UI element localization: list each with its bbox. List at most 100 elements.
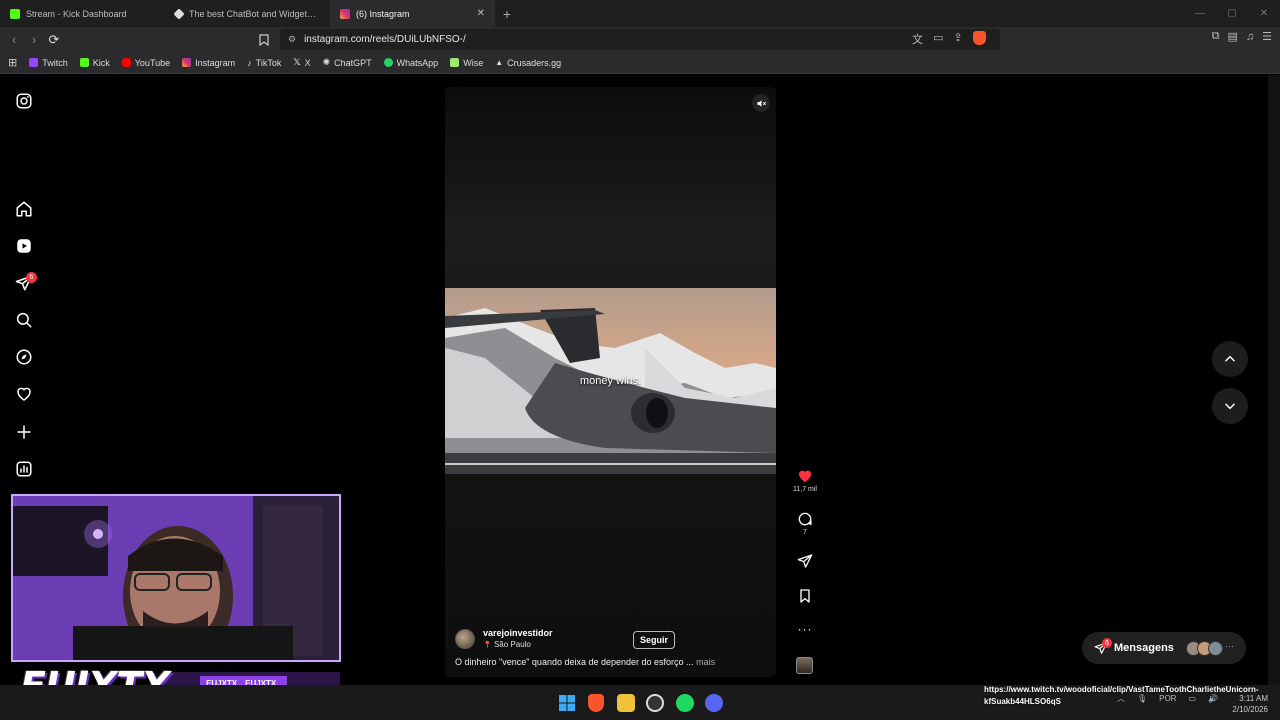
- messages-label: Mensagens: [1114, 642, 1174, 654]
- bookmark-wise[interactable]: Wise: [450, 58, 483, 68]
- reel-overlay-text: money wins.: [579, 375, 642, 387]
- address-actions: 文 ▭ ⇪: [912, 31, 986, 47]
- bookmark-instagram[interactable]: Instagram: [182, 58, 235, 68]
- maximize-icon[interactable]: ▢: [1216, 0, 1248, 27]
- comment-button[interactable]: 7: [790, 511, 820, 536]
- share-button[interactable]: [790, 553, 820, 569]
- browser-toolbar: ‹ › ⟳ ⚙ instagram.com/reels/DUiLUbNFSO-/…: [0, 27, 1280, 52]
- media-icon[interactable]: ♫: [1246, 31, 1254, 43]
- notification-badge: 6: [26, 272, 37, 283]
- extensions-icon[interactable]: ⧉: [1212, 30, 1220, 43]
- bookmark-chatgpt[interactable]: ✺ ChatGPT: [323, 57, 372, 68]
- chatgpt-icon: ✺: [322, 57, 331, 67]
- save-button[interactable]: [790, 588, 820, 604]
- heart-filled-icon: [799, 470, 811, 482]
- menu-icon[interactable]: ☰: [1262, 30, 1272, 43]
- author-username[interactable]: varejoinvestidor: [483, 628, 553, 638]
- new-tab-button[interactable]: +: [495, 6, 519, 22]
- reel-description: O dinheiro "vence" quando deixa de depen…: [455, 657, 715, 667]
- search-icon[interactable]: [14, 310, 34, 330]
- discord-icon[interactable]: [705, 694, 723, 712]
- kick-tab-icon: [10, 8, 20, 19]
- messages-badge: 6: [1102, 638, 1112, 648]
- tab-kick-dashboard[interactable]: Stream - Kick Dashboard: [0, 0, 165, 27]
- bookmark-label: ChatGPT: [334, 57, 372, 68]
- create-icon[interactable]: [14, 422, 34, 442]
- message-avatars: ···: [1185, 640, 1234, 656]
- reload-icon[interactable]: ⟳: [44, 30, 64, 50]
- minimize-icon[interactable]: —: [1184, 0, 1216, 27]
- previous-reel-button[interactable]: [1212, 341, 1248, 377]
- forward-icon[interactable]: ›: [24, 30, 44, 50]
- bookmark-label: Twitch: [42, 57, 68, 68]
- tiktok-icon: ♪: [247, 57, 252, 68]
- cast-icon[interactable]: ▭: [933, 31, 943, 47]
- more-avatars-icon: ···: [1224, 640, 1234, 651]
- bookmark-icon: [800, 589, 810, 603]
- instagram-logo-icon[interactable]: [14, 91, 34, 111]
- tab-label: The best ChatBot and Widgets for Ki: [189, 8, 320, 19]
- kick-icon: [79, 58, 89, 67]
- avatar: [1207, 640, 1223, 656]
- bookmark-label: Kick: [92, 57, 110, 68]
- tab-strip: Stream - Kick Dashboard The best ChatBot…: [0, 0, 1280, 27]
- whatsapp-icon: [383, 58, 393, 67]
- reels-icon[interactable]: [14, 236, 34, 256]
- share-icon[interactable]: ⇪: [953, 31, 962, 47]
- explore-icon[interactable]: [14, 347, 34, 367]
- bookmark-youtube[interactable]: YouTube: [121, 58, 170, 68]
- address-bar[interactable]: ⚙ instagram.com/reels/DUiLUbNFSO-/: [280, 29, 1000, 50]
- x-icon: 𝕏: [293, 57, 301, 67]
- audio-thumbnail[interactable]: [796, 657, 813, 674]
- tab-label: (6) Instagram: [356, 8, 410, 19]
- bookmark-whatsapp[interactable]: WhatsApp: [383, 58, 438, 68]
- bookmark-x[interactable]: 𝕏X: [293, 57, 310, 68]
- clip-url-overlay: https://www.twitch.tv/woodoficial/clip/V…: [984, 685, 1259, 706]
- heart-icon[interactable]: [14, 384, 34, 404]
- avatar[interactable]: [455, 628, 475, 649]
- more-link[interactable]: mais: [696, 657, 715, 667]
- site-info-icon[interactable]: ⚙: [288, 34, 296, 45]
- windows-start-icon[interactable]: [558, 694, 576, 712]
- tab-instagram[interactable]: (6) Instagram ✕: [330, 0, 495, 27]
- toolbar-right: ⧉ ▤ ♫ ☰: [1212, 30, 1272, 43]
- mute-icon[interactable]: [752, 94, 770, 112]
- tab-chatbot[interactable]: The best ChatBot and Widgets for Ki: [165, 0, 330, 27]
- bookmark-twitch[interactable]: Twitch: [29, 58, 68, 68]
- translate-icon[interactable]: 文: [912, 31, 923, 47]
- bookmark-crusaders[interactable]: ▲ Crusaders.gg: [495, 58, 561, 68]
- bookmark-kick[interactable]: Kick: [79, 57, 110, 68]
- brave-taskbar-icon[interactable]: [588, 694, 604, 712]
- url-text: instagram.com/reels/DUiLUbNFSO-/: [304, 34, 466, 45]
- window-controls: — ▢ ✕: [1184, 0, 1280, 27]
- bookmark-tiktok[interactable]: ♪ TikTok: [247, 58, 281, 68]
- bookmark-label: Wise: [463, 57, 484, 68]
- description-text: O dinheiro "vence" quando deixa de depen…: [455, 657, 694, 667]
- home-icon[interactable]: [14, 199, 34, 219]
- apps-icon[interactable]: ⊞: [8, 56, 17, 69]
- follow-button[interactable]: Seguir: [633, 631, 676, 649]
- messages-button[interactable]: 6 Mensagens ···: [1082, 632, 1246, 664]
- page-scrollbar[interactable]: [1268, 75, 1280, 685]
- next-reel-button[interactable]: [1212, 388, 1248, 424]
- file-explorer-icon[interactable]: [617, 694, 635, 712]
- brave-shields-icon[interactable]: [972, 31, 986, 45]
- bookmark-page-icon[interactable]: [254, 30, 274, 50]
- bookmark-label: X: [304, 57, 311, 68]
- reel-author[interactable]: varejoinvestidor 📍 São Paulo: [455, 628, 553, 649]
- close-tab-icon[interactable]: ✕: [477, 8, 485, 19]
- location-pin-icon: 📍: [483, 642, 492, 649]
- author-location[interactable]: 📍 São Paulo: [483, 640, 553, 649]
- dashboard-icon[interactable]: [14, 459, 34, 479]
- wallet-icon[interactable]: ▤: [1227, 30, 1237, 43]
- obs-icon[interactable]: [646, 694, 664, 712]
- comment-icon: [798, 512, 812, 526]
- like-button[interactable]: 11,7 mil: [790, 468, 820, 493]
- close-window-icon[interactable]: ✕: [1248, 0, 1280, 27]
- more-options-icon[interactable]: ···: [790, 622, 820, 636]
- spotify-icon[interactable]: [676, 694, 694, 712]
- reel-video[interactable]: money wins. varejoinvestidor 📍 São Paulo…: [445, 87, 776, 677]
- comment-count: 7: [803, 529, 807, 536]
- back-icon[interactable]: ‹: [4, 30, 24, 50]
- youtube-icon: [121, 58, 131, 67]
